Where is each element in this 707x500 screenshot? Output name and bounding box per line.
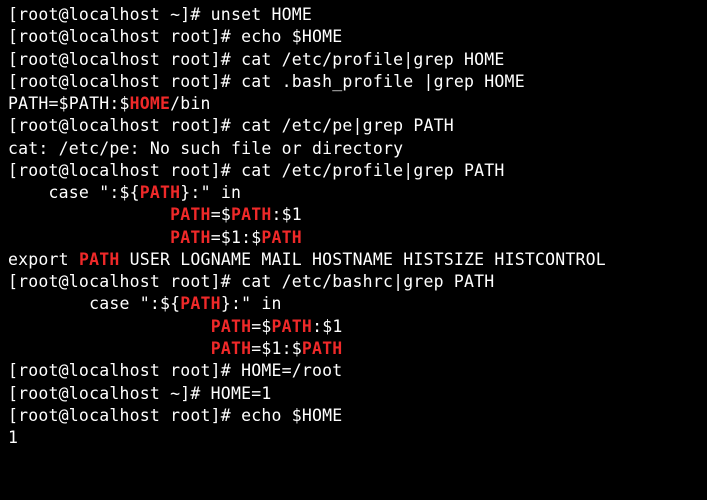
terminal-text: }:" in xyxy=(180,183,241,202)
terminal-line: PATH=$PATH:$1 xyxy=(8,204,699,226)
terminal-line: case ":${PATH}:" in xyxy=(8,182,699,204)
terminal-line: [root@localhost ~]# unset HOME xyxy=(8,4,699,26)
terminal-text: =$ xyxy=(251,317,271,336)
terminal-text: :$1 xyxy=(272,205,302,224)
terminal-text: cat: /etc/pe: No such file or directory xyxy=(8,139,403,158)
terminal-text: [root@localhost root]# cat /etc/bashrc|g… xyxy=(8,272,494,291)
highlighted-match: PATH xyxy=(170,228,211,247)
terminal-text: export xyxy=(8,250,79,269)
terminal-line: export PATH USER LOGNAME MAIL HOSTNAME H… xyxy=(8,249,699,271)
highlighted-match: PATH xyxy=(231,205,272,224)
terminal-line: [root@localhost root]# cat /etc/pe|grep … xyxy=(8,115,699,137)
terminal-line: [root@localhost ~]# HOME=1 xyxy=(8,383,699,405)
terminal-line: PATH=$1:$PATH xyxy=(8,227,699,249)
terminal-line: [root@localhost root]# cat .bash_profile… xyxy=(8,71,699,93)
terminal-line: [root@localhost root]# echo $HOME xyxy=(8,26,699,48)
terminal-text: =$ xyxy=(211,205,231,224)
terminal-text xyxy=(8,317,211,336)
terminal-text: =$1:$ xyxy=(251,339,302,358)
highlighted-match: PATH xyxy=(79,250,120,269)
terminal-text: case ":${ xyxy=(8,183,140,202)
terminal-line: PATH=$PATH:$HOME/bin xyxy=(8,93,699,115)
highlighted-match: PATH xyxy=(261,228,302,247)
terminal-text: [root@localhost root]# cat /etc/profile|… xyxy=(8,50,505,69)
highlighted-match: PATH xyxy=(272,317,313,336)
highlighted-match: PATH xyxy=(211,339,252,358)
terminal-line: [root@localhost root]# cat /etc/bashrc|g… xyxy=(8,271,699,293)
terminal-output[interactable]: [root@localhost ~]# unset HOME [root@loca… xyxy=(0,0,707,453)
terminal-text: PATH=$PATH:$ xyxy=(8,94,130,113)
highlighted-match: PATH xyxy=(140,183,181,202)
terminal-text: [root@localhost ~]# HOME=1 xyxy=(8,384,271,403)
terminal-text: case ":${ xyxy=(8,294,180,313)
terminal-line: PATH=$PATH:$1 xyxy=(8,316,699,338)
terminal-text: }:" in xyxy=(221,294,282,313)
terminal-line: [root@localhost root]# HOME=/root xyxy=(8,360,699,382)
terminal-text: [root@localhost root]# HOME=/root xyxy=(8,361,342,380)
terminal-line: 1 xyxy=(8,427,699,449)
terminal-text: :$1 xyxy=(312,317,342,336)
highlighted-match: PATH xyxy=(302,339,343,358)
terminal-text: [root@localhost root]# cat .bash_profile… xyxy=(8,72,525,91)
terminal-text: [root@localhost ~]# unset HOME xyxy=(8,5,312,24)
terminal-text: [root@localhost root]# echo $HOME xyxy=(8,27,342,46)
terminal-line: PATH=$1:$PATH xyxy=(8,338,699,360)
highlighted-match: HOME xyxy=(130,94,171,113)
terminal-text: =$1:$ xyxy=(211,228,262,247)
terminal-text: [root@localhost root]# cat /etc/pe|grep … xyxy=(8,116,454,135)
terminal-text xyxy=(8,339,211,358)
terminal-line: [root@localhost root]# echo $HOME xyxy=(8,405,699,427)
terminal-text: [root@localhost root]# cat /etc/profile|… xyxy=(8,161,505,180)
terminal-text: [root@localhost root]# echo $HOME xyxy=(8,406,342,425)
terminal-text: 1 xyxy=(8,428,18,447)
terminal-text: /bin xyxy=(170,94,211,113)
terminal-text: USER LOGNAME MAIL HOSTNAME HISTSIZE HIST… xyxy=(119,250,605,269)
terminal-text xyxy=(8,228,170,247)
terminal-line: [root@localhost root]# cat /etc/profile|… xyxy=(8,49,699,71)
highlighted-match: PATH xyxy=(180,294,221,313)
terminal-line: [root@localhost root]# cat /etc/profile|… xyxy=(8,160,699,182)
highlighted-match: PATH xyxy=(170,205,211,224)
highlighted-match: PATH xyxy=(211,317,252,336)
terminal-text xyxy=(8,205,170,224)
terminal-line: case ":${PATH}:" in xyxy=(8,293,699,315)
terminal-line: cat: /etc/pe: No such file or directory xyxy=(8,138,699,160)
